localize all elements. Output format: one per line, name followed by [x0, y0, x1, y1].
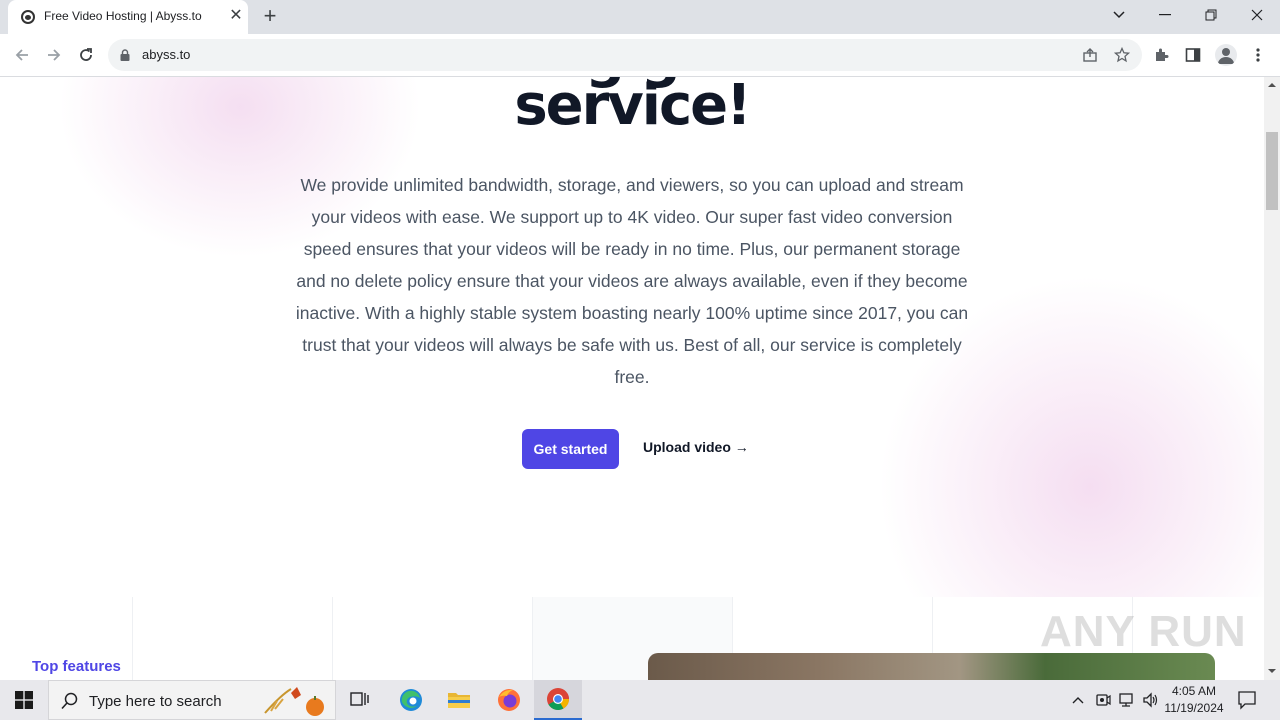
feature-preview-image [648, 653, 1215, 680]
firefox-icon[interactable] [485, 680, 533, 720]
grid-column [132, 597, 332, 680]
hero-description: We provide unlimited bandwidth, storage,… [295, 175, 969, 387]
tab-title: Free Video Hosting | Abyss.to [44, 9, 202, 23]
task-view-icon[interactable] [336, 680, 384, 720]
windows-start-icon[interactable] [0, 680, 48, 720]
scroll-down-icon[interactable] [1268, 667, 1276, 675]
edge-icon[interactable] [387, 680, 435, 720]
chevron-up-icon[interactable] [1068, 690, 1088, 710]
url-text[interactable]: abyss.to [142, 47, 190, 62]
volume-icon[interactable] [1141, 690, 1161, 710]
page-scrollbar[interactable] [1264, 77, 1280, 680]
search-icon [61, 692, 78, 710]
notification-icon[interactable] [1236, 690, 1258, 710]
profile-icon[interactable] [1215, 44, 1237, 66]
browser-toolbar: abyss.to [0, 34, 1280, 77]
scroll-up-icon[interactable] [1268, 81, 1276, 89]
share-icon[interactable] [1080, 45, 1100, 65]
file-explorer-icon[interactable] [435, 680, 483, 720]
star-icon[interactable] [1112, 45, 1132, 65]
close-window-button[interactable] [1234, 0, 1280, 30]
get-started-button[interactable]: Get started [522, 429, 619, 469]
tab-close-icon[interactable]: ✕ [226, 6, 246, 26]
abyss-favicon-icon [21, 10, 35, 24]
clock-date: 11/19/2024 [1164, 701, 1224, 715]
side-panel-icon[interactable] [1182, 44, 1204, 66]
new-tab-button[interactable]: + [258, 4, 282, 28]
more-icon[interactable] [1247, 44, 1269, 66]
page-viewport: g g service! We provide unlimited bandwi… [0, 77, 1264, 680]
taskbar-clock[interactable]: 4:05 AM 11/19/2024 [1160, 683, 1228, 717]
anyrun-watermark: ANY RUN [1040, 607, 1247, 656]
taskbar-search-box[interactable]: Type here to search [48, 680, 336, 720]
hero-title: service! [514, 77, 751, 138]
minimize-button[interactable] [1142, 0, 1188, 30]
lock-icon[interactable] [120, 49, 130, 61]
scroll-thumb[interactable] [1266, 132, 1278, 210]
grid-column [332, 597, 532, 680]
reload-icon[interactable] [72, 41, 100, 69]
upload-video-link[interactable]: Upload video → [643, 439, 749, 455]
tab-search-icon[interactable] [1096, 0, 1142, 30]
meet-now-icon[interactable] [1093, 690, 1113, 710]
windows-taskbar: Type here to search 4:05 AM 11/19/2024 [0, 680, 1280, 720]
search-placeholder: Type here to search [89, 693, 222, 710]
chrome-icon[interactable] [534, 680, 582, 720]
active-tab[interactable]: Free Video Hosting | Abyss.to ✕ [8, 0, 248, 34]
back-icon[interactable] [8, 41, 36, 69]
forward-icon[interactable] [40, 41, 68, 69]
clock-time: 4:05 AM [1171, 684, 1217, 698]
tab-strip: Free Video Hosting | Abyss.to ✕ + [0, 0, 1280, 34]
network-icon[interactable] [1117, 690, 1137, 710]
top-features-heading: Top features [32, 658, 121, 675]
autumn-leaves-icon [264, 687, 324, 716]
extensions-icon[interactable] [1150, 44, 1172, 66]
restore-button[interactable] [1188, 0, 1234, 30]
address-bar[interactable]: abyss.to [108, 39, 1142, 71]
